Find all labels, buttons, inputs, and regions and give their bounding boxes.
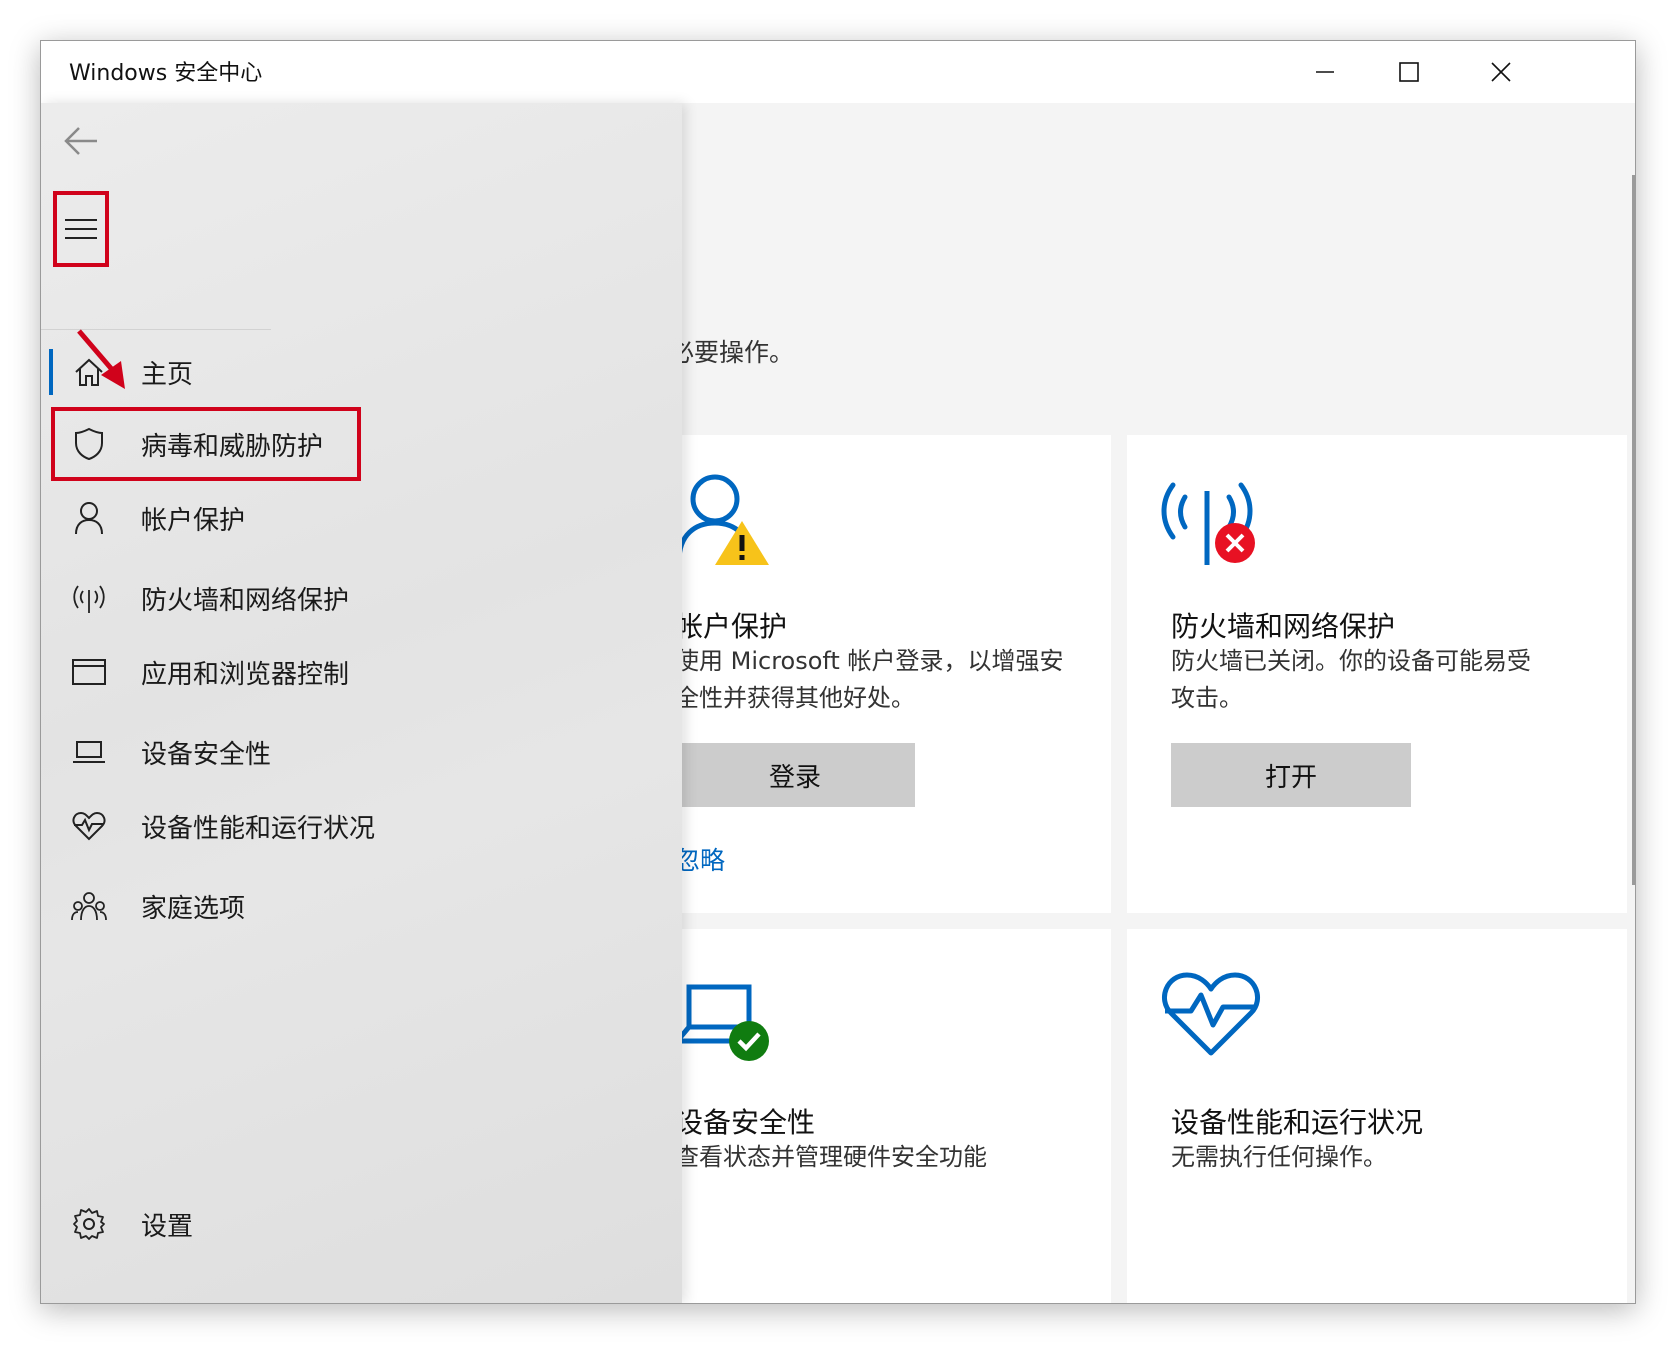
nav-item-label: 设备性能和运行状况	[141, 813, 376, 844]
card-title: 防火墙和网络保护	[1171, 610, 1396, 643]
title-bar: Windows 安全中心	[41, 41, 1635, 103]
nav-item-family-options[interactable]: 家庭选项	[51, 871, 651, 941]
back-button[interactable]	[59, 119, 103, 163]
nav-item-app-browser-control[interactable]: 应用和浏览器控制	[51, 637, 651, 707]
nav-item-home[interactable]: 主页	[51, 337, 651, 407]
family-icon	[63, 886, 115, 926]
minimize-icon	[1316, 71, 1334, 73]
nav-item-label: 设备安全性	[141, 739, 272, 770]
laptop-ok-icon	[677, 984, 769, 1061]
nav-item-firewall[interactable]: 防火墙和网络保护	[51, 563, 651, 633]
annotation-arrow-icon	[77, 329, 125, 389]
sign-in-button[interactable]: 登录	[675, 743, 915, 807]
gear-icon	[63, 1204, 115, 1244]
heart-pulse-icon	[1161, 972, 1261, 1056]
card-device-security[interactable]: 设备安全性 查看状态并管理硬件安全功能	[631, 929, 1111, 1303]
minimize-button[interactable]	[1279, 41, 1371, 103]
vertical-scrollbar[interactable]	[1632, 175, 1635, 885]
navigation-pane: 主页 病毒和威胁防护 帐户保护 防火墙和网络保护 应用和浏览器控制 设备安全性 …	[41, 103, 682, 1303]
dismiss-link[interactable]: 忽略	[675, 841, 725, 877]
account-warning-icon	[676, 474, 769, 565]
close-icon	[1491, 62, 1511, 82]
firewall-error-icon	[1161, 482, 1255, 565]
card-description: 防火墙已关闭。你的设备可能易受攻击。	[1171, 647, 1531, 712]
nav-item-label: 主页	[141, 359, 194, 390]
nav-item-label: 应用和浏览器控制	[141, 659, 350, 690]
card-title: 帐户保护	[675, 610, 788, 643]
browser-window-icon	[63, 652, 115, 692]
nav-item-label: 家庭选项	[141, 893, 246, 924]
card-title: 设备性能和运行状况	[1171, 1106, 1424, 1139]
card-device-health[interactable]: 设备性能和运行状况 无需执行任何操作。	[1127, 929, 1627, 1303]
card-description: 使用 Microsoft 帐户登录，以增强安全性并获得其他好处。	[675, 647, 1064, 712]
nav-item-account-protection[interactable]: 帐户保护	[51, 483, 651, 553]
laptop-icon	[63, 732, 115, 772]
maximize-icon	[1399, 62, 1419, 82]
card-description: 查看状态并管理硬件安全功能	[675, 1143, 987, 1171]
card-description: 无需执行任何操作。	[1171, 1143, 1387, 1171]
nav-item-settings[interactable]: 设置	[51, 1189, 651, 1259]
app-window: Windows 安全中心 必要操作。 帐户保护 使用 Microsoft 帐户登…	[40, 40, 1636, 1304]
hamburger-icon	[65, 219, 97, 239]
back-arrow-icon	[64, 127, 97, 155]
nav-item-label: 防火墙和网络保护	[141, 585, 350, 616]
window-title: Windows 安全中心	[69, 61, 263, 86]
nav-item-label: 设置	[141, 1211, 194, 1242]
annotation-highlight-box	[51, 407, 361, 481]
nav-item-label: 帐户保护	[141, 505, 246, 536]
close-button[interactable]	[1455, 41, 1547, 103]
antenna-icon	[63, 578, 115, 618]
nav-item-device-security[interactable]: 设备安全性	[51, 717, 651, 787]
maximize-button[interactable]	[1363, 41, 1455, 103]
card-firewall[interactable]: 防火墙和网络保护 防火墙已关闭。你的设备可能易受攻击。 打开	[1127, 435, 1627, 913]
nav-item-device-health[interactable]: 设备性能和运行状况	[51, 791, 651, 861]
person-icon	[63, 498, 115, 538]
heart-icon	[63, 806, 115, 846]
turn-on-button[interactable]: 打开	[1171, 743, 1411, 807]
menu-toggle-button[interactable]	[53, 191, 109, 267]
status-hint: 必要操作。	[669, 338, 795, 367]
card-account-protection[interactable]: 帐户保护 使用 Microsoft 帐户登录，以增强安全性并获得其他好处。 登录…	[631, 435, 1111, 913]
card-title: 设备安全性	[675, 1106, 816, 1139]
